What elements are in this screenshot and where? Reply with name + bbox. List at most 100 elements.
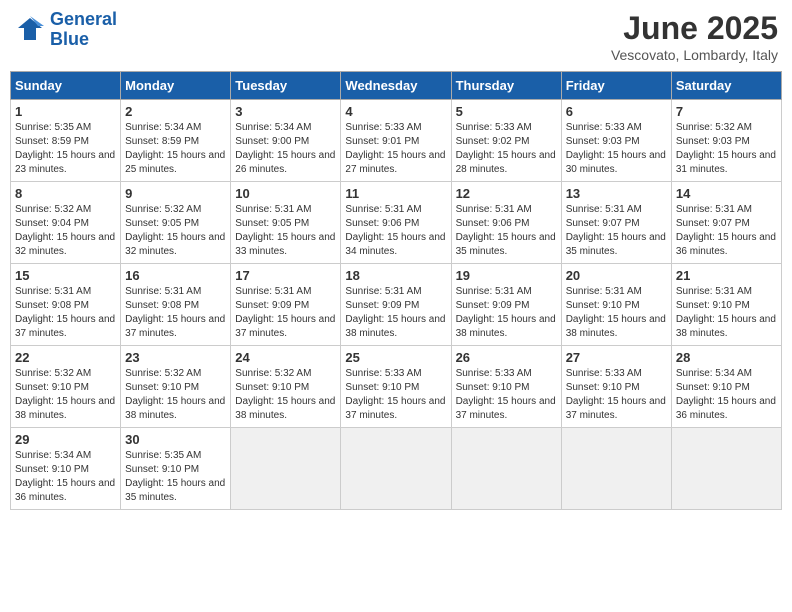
table-row: 12Sunrise: 5:31 AMSunset: 9:06 PMDayligh…	[451, 182, 561, 264]
day-number: 17	[235, 268, 336, 283]
day-number: 2	[125, 104, 226, 119]
location-title: Vescovato, Lombardy, Italy	[611, 47, 778, 63]
table-row: 4 Sunrise: 5:33 AMSunset: 9:01 PMDaylight…	[341, 100, 451, 182]
day-info: Sunrise: 5:34 AMSunset: 9:10 PMDaylight:…	[15, 449, 116, 505]
table-row: 22 Sunrise: 5:32 AMSunset: 9:10 PMDayligh…	[11, 346, 121, 428]
day-number: 10	[235, 186, 336, 201]
day-info: Sunrise: 5:31 AMSunset: 9:09 PMDaylight:…	[456, 285, 557, 341]
table-row: 13 Sunrise: 5:31 AMSunset: 9:07 PMDayligh…	[561, 182, 671, 264]
col-thursday: Thursday	[451, 72, 561, 100]
logo-text: General Blue	[50, 10, 117, 50]
table-row: 18 Sunrise: 5:31 AMSunset: 9:09 PMDayligh…	[341, 264, 451, 346]
day-info: Sunrise: 5:31 AMSunset: 9:07 PMDaylight:…	[566, 203, 667, 259]
day-info: Sunrise: 5:32 AMSunset: 9:04 PMDaylight:…	[15, 203, 116, 259]
day-number: 28	[676, 350, 777, 365]
day-number: 20	[566, 268, 667, 283]
day-number: 7	[676, 104, 777, 119]
day-number: 30	[125, 432, 226, 447]
day-info: Sunrise: 5:33 AMSunset: 9:10 PMDaylight:…	[456, 367, 557, 423]
calendar-header-row: Sunday Monday Tuesday Wednesday Thursday…	[11, 72, 782, 100]
day-number: 26	[456, 350, 557, 365]
day-number: 21	[676, 268, 777, 283]
calendar-table: Sunday Monday Tuesday Wednesday Thursday…	[10, 71, 782, 510]
day-number: 15	[15, 268, 116, 283]
day-number: 8	[15, 186, 116, 201]
table-row: 3 Sunrise: 5:34 AMSunset: 9:00 PMDaylight…	[231, 100, 341, 182]
day-number: 14	[676, 186, 777, 201]
table-row: 17 Sunrise: 5:31 AMSunset: 9:09 PMDayligh…	[231, 264, 341, 346]
table-row: 19 Sunrise: 5:31 AMSunset: 9:09 PMDayligh…	[451, 264, 561, 346]
day-number: 13	[566, 186, 667, 201]
day-info: Sunrise: 5:32 AMSunset: 9:10 PMDaylight:…	[235, 367, 336, 423]
day-info: Sunrise: 5:35 AMSunset: 9:10 PMDaylight:…	[125, 449, 226, 505]
col-friday: Friday	[561, 72, 671, 100]
day-info: Sunrise: 5:34 AMSunset: 9:00 PMDaylight:…	[235, 121, 336, 177]
calendar-week-row: 15 Sunrise: 5:31 AMSunset: 9:08 PMDayligh…	[11, 264, 782, 346]
day-number: 9	[125, 186, 226, 201]
table-row: 2 Sunrise: 5:34 AMSunset: 8:59 PMDaylight…	[121, 100, 231, 182]
calendar-week-row: 1 Sunrise: 5:35 AMSunset: 8:59 PMDaylight…	[11, 100, 782, 182]
table-row	[671, 428, 781, 510]
calendar-week-row: 22 Sunrise: 5:32 AMSunset: 9:10 PMDayligh…	[11, 346, 782, 428]
table-row	[561, 428, 671, 510]
day-info: Sunrise: 5:32 AMSunset: 9:03 PMDaylight:…	[676, 121, 777, 177]
day-info: Sunrise: 5:32 AMSunset: 9:10 PMDaylight:…	[15, 367, 116, 423]
col-saturday: Saturday	[671, 72, 781, 100]
day-number: 6	[566, 104, 667, 119]
day-info: Sunrise: 5:31 AMSunset: 9:06 PMDaylight:…	[345, 203, 446, 259]
table-row: 8 Sunrise: 5:32 AMSunset: 9:04 PMDaylight…	[11, 182, 121, 264]
day-info: Sunrise: 5:31 AMSunset: 9:10 PMDaylight:…	[566, 285, 667, 341]
calendar-week-row: 29Sunrise: 5:34 AMSunset: 9:10 PMDayligh…	[11, 428, 782, 510]
day-number: 18	[345, 268, 446, 283]
day-number: 3	[235, 104, 336, 119]
day-number: 4	[345, 104, 446, 119]
day-info: Sunrise: 5:32 AMSunset: 9:10 PMDaylight:…	[125, 367, 226, 423]
day-number: 5	[456, 104, 557, 119]
table-row: 9Sunrise: 5:32 AMSunset: 9:05 PMDaylight…	[121, 182, 231, 264]
day-info: Sunrise: 5:31 AMSunset: 9:05 PMDaylight:…	[235, 203, 336, 259]
day-info: Sunrise: 5:31 AMSunset: 9:07 PMDaylight:…	[676, 203, 777, 259]
table-row: 24 Sunrise: 5:32 AMSunset: 9:10 PMDayligh…	[231, 346, 341, 428]
day-number: 24	[235, 350, 336, 365]
day-info: Sunrise: 5:31 AMSunset: 9:09 PMDaylight:…	[345, 285, 446, 341]
page-header: General Blue June 2025 Vescovato, Lombar…	[10, 10, 782, 63]
day-number: 27	[566, 350, 667, 365]
table-row: 26 Sunrise: 5:33 AMSunset: 9:10 PMDayligh…	[451, 346, 561, 428]
table-row: 25Sunrise: 5:33 AMSunset: 9:10 PMDayligh…	[341, 346, 451, 428]
day-info: Sunrise: 5:33 AMSunset: 9:01 PMDaylight:…	[345, 121, 446, 177]
day-number: 11	[345, 186, 446, 201]
day-info: Sunrise: 5:31 AMSunset: 9:08 PMDaylight:…	[15, 285, 116, 341]
day-info: Sunrise: 5:31 AMSunset: 9:09 PMDaylight:…	[235, 285, 336, 341]
day-info: Sunrise: 5:31 AMSunset: 9:08 PMDaylight:…	[125, 285, 226, 341]
table-row: 29Sunrise: 5:34 AMSunset: 9:10 PMDayligh…	[11, 428, 121, 510]
day-info: Sunrise: 5:33 AMSunset: 9:02 PMDaylight:…	[456, 121, 557, 177]
day-number: 19	[456, 268, 557, 283]
table-row: 1 Sunrise: 5:35 AMSunset: 8:59 PMDaylight…	[11, 100, 121, 182]
table-row: 23 Sunrise: 5:32 AMSunset: 9:10 PMDayligh…	[121, 346, 231, 428]
table-row	[341, 428, 451, 510]
col-monday: Monday	[121, 72, 231, 100]
day-info: Sunrise: 5:31 AMSunset: 9:10 PMDaylight:…	[676, 285, 777, 341]
table-row	[231, 428, 341, 510]
table-row: 30 Sunrise: 5:35 AMSunset: 9:10 PMDayligh…	[121, 428, 231, 510]
table-row: 28Sunrise: 5:34 AMSunset: 9:10 PMDayligh…	[671, 346, 781, 428]
table-row: 15 Sunrise: 5:31 AMSunset: 9:08 PMDayligh…	[11, 264, 121, 346]
calendar-week-row: 8 Sunrise: 5:32 AMSunset: 9:04 PMDaylight…	[11, 182, 782, 264]
day-info: Sunrise: 5:33 AMSunset: 9:10 PMDaylight:…	[566, 367, 667, 423]
table-row: 20 Sunrise: 5:31 AMSunset: 9:10 PMDayligh…	[561, 264, 671, 346]
table-row: 7 Sunrise: 5:32 AMSunset: 9:03 PMDaylight…	[671, 100, 781, 182]
day-info: Sunrise: 5:35 AMSunset: 8:59 PMDaylight:…	[15, 121, 116, 177]
day-number: 22	[15, 350, 116, 365]
day-info: Sunrise: 5:34 AMSunset: 8:59 PMDaylight:…	[125, 121, 226, 177]
day-info: Sunrise: 5:33 AMSunset: 9:03 PMDaylight:…	[566, 121, 667, 177]
table-row: 6 Sunrise: 5:33 AMSunset: 9:03 PMDaylight…	[561, 100, 671, 182]
day-number: 23	[125, 350, 226, 365]
day-info: Sunrise: 5:31 AMSunset: 9:06 PMDaylight:…	[456, 203, 557, 259]
table-row	[451, 428, 561, 510]
col-sunday: Sunday	[11, 72, 121, 100]
day-number: 1	[15, 104, 116, 119]
table-row: 14 Sunrise: 5:31 AMSunset: 9:07 PMDayligh…	[671, 182, 781, 264]
table-row: 10 Sunrise: 5:31 AMSunset: 9:05 PMDayligh…	[231, 182, 341, 264]
table-row: 27 Sunrise: 5:33 AMSunset: 9:10 PMDayligh…	[561, 346, 671, 428]
day-info: Sunrise: 5:33 AMSunset: 9:10 PMDaylight:…	[345, 367, 446, 423]
